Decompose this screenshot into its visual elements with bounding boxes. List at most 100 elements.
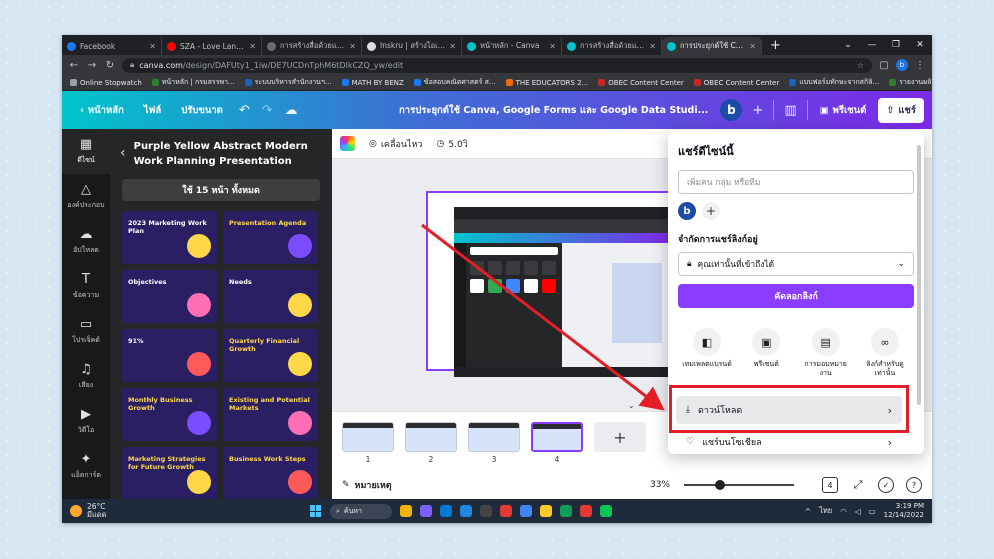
tab-close-icon[interactable]: ✕ <box>349 42 356 51</box>
template-thumbnail[interactable]: Quarterly Financial Growth <box>223 329 318 382</box>
download-button[interactable]: ⤓ ดาวน์โหลด › <box>676 396 902 424</box>
page-thumbnail[interactable] <box>405 422 457 452</box>
undo-icon[interactable]: ↶ <box>233 103 256 118</box>
taskbar-app-icon[interactable] <box>480 505 492 517</box>
add-people-input[interactable]: เพิ่มคน กลุ่ม หรือทีม <box>678 170 914 194</box>
rail-item[interactable]: ♫ เสียง <box>62 354 110 399</box>
file-menu-button[interactable]: ไฟล์ <box>134 103 171 118</box>
page-count-button[interactable]: 4 <box>822 477 838 493</box>
url-input[interactable]: 🔒︎ canva.com/design/DAFUty1_1iw/DE7UCDnT… <box>122 57 872 73</box>
browser-tab[interactable]: SZA - Love Language✕ <box>162 37 262 55</box>
extensions-icon[interactable]: ▢ <box>878 60 890 71</box>
add-page-button[interactable]: + <box>594 422 646 452</box>
filmstrip-toggle-icon[interactable]: ⌄ <box>628 401 635 410</box>
template-thumbnail[interactable]: Business Work Steps <box>223 447 318 499</box>
forward-arrow-icon[interactable]: → <box>86 60 98 71</box>
color-picker-icon[interactable] <box>340 136 355 151</box>
bookmark-item[interactable]: MATH BY BENZ <box>341 79 404 87</box>
cloud-save-icon[interactable]: ☁ <box>279 103 304 118</box>
bookmark-item[interactable]: OBEC Content Center <box>693 79 779 87</box>
redo-icon[interactable]: ↷ <box>256 103 279 118</box>
notes-button[interactable]: ✎ หมายเหตุ <box>342 478 392 492</box>
template-thumbnail[interactable]: Needs <box>223 270 318 323</box>
tab-close-icon[interactable]: ✕ <box>649 42 656 51</box>
copy-link-button[interactable]: คัดลอกลิงก์ <box>678 284 914 308</box>
tab-close-icon[interactable]: ✕ <box>749 42 756 51</box>
rail-item[interactable]: ▭ โปรเจ็คต์ <box>62 309 110 354</box>
reload-icon[interactable]: ↻ <box>104 60 116 71</box>
taskbar-app-icon[interactable] <box>580 505 592 517</box>
template-thumbnail[interactable]: 91% <box>122 329 217 382</box>
new-tab-button[interactable]: + <box>762 37 789 55</box>
page-thumbnail[interactable] <box>342 422 394 452</box>
use-all-pages-button[interactable]: ใช้ 15 หน้า ทั้งหมด <box>122 179 320 201</box>
bookmark-item[interactable]: ระบบบริหารสำนักงานฯ... <box>244 77 332 88</box>
taskbar-app-icon[interactable] <box>420 505 432 517</box>
check-icon[interactable]: ✓ <box>878 477 894 493</box>
animate-button[interactable]: ◎ เคลื่อนไหว <box>369 137 423 151</box>
browser-tab[interactable]: การสร้างสื่อด้วยแพลตฟ...✕ <box>262 37 362 55</box>
duration-button[interactable]: ◷ 5.0วิ <box>437 137 468 151</box>
tab-close-icon[interactable]: ✕ <box>549 42 556 51</box>
zoom-knob[interactable] <box>715 480 726 490</box>
template-thumbnail[interactable]: 2023 Marketing Work Plan <box>122 211 217 264</box>
language-indicator[interactable]: ไทย <box>819 505 832 517</box>
insights-chart-icon[interactable]: ▥ <box>778 103 802 118</box>
browser-tab[interactable]: Facebook ✕ <box>62 37 162 55</box>
tab-close-icon[interactable]: ✕ <box>449 42 456 51</box>
rail-item[interactable]: ▦ ดีไซน์ <box>62 129 110 174</box>
bookmark-item[interactable]: แบบฟอร์มทักษะจากสกิลิ... <box>789 77 879 88</box>
wifi-icon[interactable]: ◠ <box>840 507 847 516</box>
maximize-icon[interactable]: ❐ <box>884 40 908 50</box>
tray-chevron-icon[interactable]: ^ <box>805 507 811 516</box>
tab-close-icon[interactable]: ✕ <box>149 42 156 51</box>
template-thumbnail[interactable]: Presentation Agenda <box>223 211 318 264</box>
help-icon[interactable]: ? <box>906 477 922 493</box>
taskbar-app-icon[interactable] <box>400 505 412 517</box>
close-window-icon[interactable]: ✕ <box>908 40 932 50</box>
back-arrow-icon[interactable]: ← <box>68 60 80 71</box>
bookmark-item[interactable]: OBEC Content Center <box>598 79 684 87</box>
template-thumbnail[interactable]: Monthly Business Growth <box>122 388 217 441</box>
add-collaborator-icon[interactable]: + <box>746 103 769 118</box>
browser-tab[interactable]: การสร้างสื่อด้วยแพลตฟ...✕ <box>562 37 662 55</box>
design-title[interactable]: การประยุกต์ใช้ Canva, Google Forms และ G… <box>399 103 716 118</box>
template-thumbnail[interactable]: Objectives <box>122 270 217 323</box>
volume-icon[interactable]: ◁ <box>855 507 861 516</box>
bookmark-item[interactable]: ข้อสอบคณิตศาสตร์ ส... <box>413 77 496 88</box>
user-avatar[interactable]: b <box>720 99 743 121</box>
share-action[interactable]: ◧ เทมเพลตแบรนด์ <box>680 328 734 378</box>
share-action[interactable]: ∞ ลิงก์สำหรับดูเท่านั้น <box>858 328 912 378</box>
rail-item[interactable]: ▶ วิดีโอ <box>62 399 110 444</box>
share-action[interactable]: ▣ พรีเซนต์ <box>739 328 793 378</box>
bookmark-item[interactable]: หน้าหลัก | กรมสรรพา... <box>151 77 235 88</box>
add-person-icon[interactable]: + <box>702 202 720 220</box>
battery-icon[interactable]: ▭ <box>869 507 876 516</box>
windows-start-icon[interactable] <box>310 505 322 517</box>
clock[interactable]: 3:19 PM 12/14/2022 <box>884 502 924 520</box>
share-panel-scrollbar[interactable] <box>917 145 921 405</box>
panel-back-icon[interactable]: ‹ <box>120 139 126 169</box>
taskbar-app-icon[interactable] <box>460 505 472 517</box>
page-thumbnail[interactable] <box>531 422 583 452</box>
zoom-slider[interactable] <box>684 480 794 490</box>
rail-item[interactable]: ✦ แอ็ตการ์ต <box>62 444 110 489</box>
present-button[interactable]: ▣ พรีเซนต์ <box>812 103 875 118</box>
taskbar-search[interactable]: ⌕ ค้นหา <box>330 503 392 519</box>
resize-button[interactable]: ปรับขนาด <box>171 103 233 118</box>
rail-item[interactable]: T ข้อความ <box>62 264 110 309</box>
bookmark-item[interactable]: รายงานผลิติการเรียน... <box>889 77 932 88</box>
tab-search-icon[interactable]: ⌄ <box>836 40 860 50</box>
browser-menu-icon[interactable]: ⋮ <box>914 60 926 71</box>
rail-item[interactable]: △ องค์ประกอบ <box>62 174 110 219</box>
share-button[interactable]: ⇧ แชร์ <box>878 97 924 123</box>
taskbar-app-icon[interactable] <box>500 505 512 517</box>
bookmark-item[interactable]: Online Stopwatch <box>70 79 142 87</box>
taskbar-app-icon[interactable] <box>520 505 532 517</box>
page-thumbnail[interactable] <box>468 422 520 452</box>
browser-tab[interactable]: Inskru | สร้างไอเดีย ✕ <box>362 37 462 55</box>
profile-avatar[interactable]: b <box>896 59 908 71</box>
tab-close-icon[interactable]: ✕ <box>249 42 256 51</box>
browser-tab[interactable]: การประยุกต์ใช้ Canva, G...✕ <box>662 37 762 55</box>
template-thumbnail[interactable]: Marketing Strategies for Future Growth <box>122 447 217 499</box>
